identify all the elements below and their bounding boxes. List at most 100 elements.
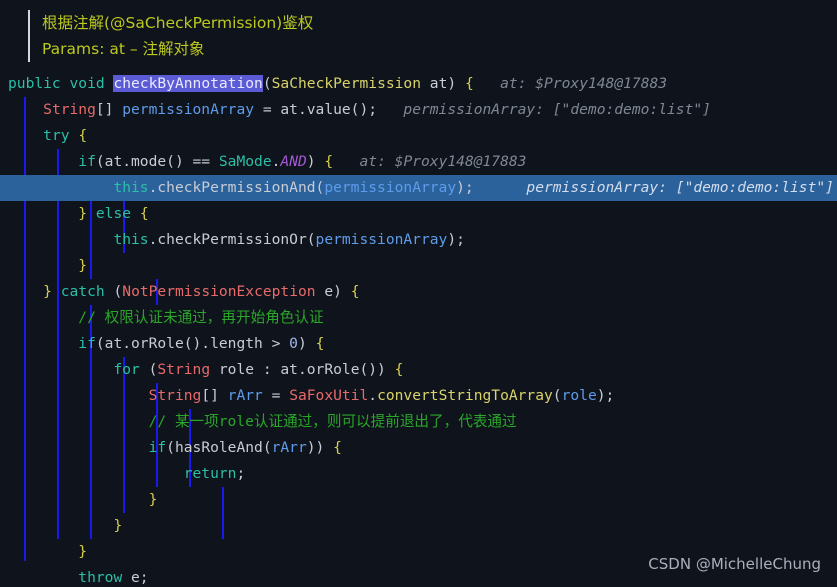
code-token: (hasRoleAnd(: [166, 439, 272, 456]
code-token: public: [8, 75, 61, 92]
code-line-text: }: [0, 539, 87, 565]
code-token: convertStringToArray: [377, 387, 553, 404]
code-token: return: [183, 465, 237, 482]
code-token: []: [201, 387, 228, 404]
code-line[interactable]: }: [0, 513, 837, 539]
code-token: []: [95, 101, 123, 118]
code-line-text: // 某一项role认证通过，则可以提前退出了，代表通过: [0, 409, 517, 435]
code-token: }: [78, 257, 88, 274]
code-token: role: [561, 387, 597, 404]
code-line[interactable]: }: [0, 253, 837, 279]
code-token: rArr: [271, 439, 307, 456]
code-token: {: [315, 335, 325, 352]
code-line[interactable]: try {: [0, 123, 837, 149]
code-token: permissionArray: [122, 101, 255, 118]
code-token: .checkPermissionOr(: [148, 231, 316, 248]
code-token: (: [552, 387, 562, 404]
code-line-text: }: [0, 487, 158, 513]
code-token: {: [394, 361, 404, 378]
code-line-text: this.checkPermissionOr(permissionArray);: [0, 227, 465, 253]
code-token: catch: [60, 283, 105, 300]
code-line[interactable]: for (String role : at.orRole()) {: [0, 357, 837, 383]
code-line-text: if(at.mode() == SaMode.AND) { at: $Proxy…: [0, 149, 526, 175]
code-editor[interactable]: 根据注解(@SaCheckPermission)鉴权 Params: at – …: [0, 0, 837, 587]
code-token: this: [113, 179, 149, 196]
code-line-text: for (String role : at.orRole()) {: [0, 357, 403, 383]
code-token: = at.value();: [254, 101, 378, 118]
code-token: ): [306, 153, 316, 170]
code-line-selected[interactable]: this.checkPermissionAnd(permissionArray)…: [0, 175, 837, 201]
code-token: SaMode: [218, 153, 272, 170]
code-line[interactable]: String[] rArr = SaFoxUtil.convertStringT…: [0, 383, 837, 409]
doc-accent-bar: [28, 10, 30, 62]
code-token: );: [456, 179, 474, 196]
code-token: role : at.orRole(): [210, 361, 378, 378]
code-token: e;: [122, 569, 149, 586]
code-line-text: } catch (NotPermissionException e) {: [0, 279, 359, 305]
code-lines-container[interactable]: public void checkByAnnotation(SaCheckPer…: [0, 71, 837, 587]
code-token: if: [78, 335, 96, 352]
code-line-text: } else {: [0, 201, 148, 227]
code-token: =: [262, 387, 290, 404]
inlay-hint: at: $Proxy148@17883: [473, 75, 668, 92]
code-line[interactable]: String[] permissionArray = at.value(); p…: [0, 97, 837, 123]
inlay-hint: at: $Proxy148@17883: [333, 153, 527, 170]
code-line[interactable]: public void checkByAnnotation(SaCheckPer…: [0, 71, 837, 97]
code-token: ): [447, 75, 457, 92]
code-token: AND: [280, 153, 307, 170]
code-line[interactable]: }: [0, 487, 837, 513]
code-line[interactable]: // 权限认证未通过，再开始角色认证: [0, 305, 837, 331]
code-token: e: [315, 283, 334, 300]
code-token: String: [157, 361, 211, 378]
code-line[interactable]: } else {: [0, 201, 837, 227]
code-line[interactable]: return;: [0, 461, 837, 487]
code-line-text: try {: [0, 123, 87, 149]
code-line[interactable]: if(hasRoleAnd(rArr)) {: [0, 435, 837, 461]
code-token: }: [78, 543, 88, 560]
code-token: String: [43, 101, 96, 118]
code-line-text: if(at.orRole().length > 0) {: [0, 331, 324, 357]
code-token: );: [447, 231, 465, 248]
code-line-text: if(hasRoleAnd(rArr)) {: [0, 435, 342, 461]
code-token: ): [377, 361, 386, 378]
code-line-text: String[] rArr = SaFoxUtil.convertStringT…: [0, 383, 615, 409]
code-token: for: [113, 361, 140, 378]
code-token: .checkPermissionAnd(: [148, 179, 325, 196]
code-token: (: [262, 75, 272, 92]
code-line-text: }: [0, 513, 122, 539]
code-token: String: [148, 387, 202, 404]
code-token: this: [113, 231, 149, 248]
code-line-text: String[] permissionArray = at.value(); p…: [0, 97, 711, 123]
code-line[interactable]: if(at.mode() == SaMode.AND) { at: $Proxy…: [0, 149, 837, 175]
code-token: {: [324, 153, 334, 170]
code-token: rArr: [227, 387, 263, 404]
code-line-text: this.checkPermissionAnd(permissionArray)…: [0, 175, 834, 201]
code-line[interactable]: } catch (NotPermissionException e) {: [0, 279, 837, 305]
code-line[interactable]: // 某一项role认证通过，则可以提前退出了，代表通过: [0, 409, 837, 435]
code-line-text: throw e;: [0, 565, 149, 587]
code-token: {: [333, 439, 342, 456]
code-token: ;: [236, 465, 246, 482]
code-line-text: return;: [0, 461, 246, 487]
code-token: ): [333, 283, 342, 300]
code-line[interactable]: if(at.orRole().length > 0) {: [0, 331, 837, 357]
code-line[interactable]: this.checkPermissionOr(permissionArray);: [0, 227, 837, 253]
